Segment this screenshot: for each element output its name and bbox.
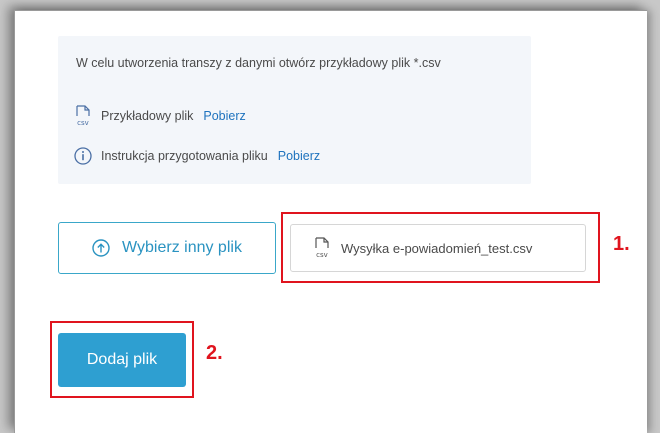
annotation-marker-1: 1.: [613, 233, 630, 255]
info-description: W celu utworzenia transzy z danymi otwór…: [76, 56, 441, 70]
sample-file-download-link[interactable]: Pobierz: [203, 109, 245, 123]
csv-file-icon: csv: [76, 105, 90, 127]
instructions-label: Instrukcja przygotowania pliku: [101, 149, 268, 163]
info-circle-icon: [74, 147, 92, 165]
instructions-row: Instrukcja przygotowania pliku Pobierz: [74, 145, 320, 167]
annotation-marker-2: 2.: [206, 342, 223, 364]
instructions-download-link[interactable]: Pobierz: [278, 149, 320, 163]
svg-text:csv: csv: [77, 119, 89, 127]
annotation-highlight-1: [281, 212, 600, 283]
sample-file-row: csv Przykładowy plik Pobierz: [74, 105, 246, 127]
choose-other-file-button[interactable]: Wybierz inny plik: [58, 222, 276, 274]
upload-arrow-icon: [92, 239, 110, 257]
info-box: W celu utworzenia transzy z danymi otwór…: [58, 36, 531, 184]
sample-file-label: Przykładowy plik: [101, 109, 194, 123]
choose-other-file-label: Wybierz inny plik: [122, 239, 242, 256]
annotation-highlight-2: [50, 321, 194, 398]
